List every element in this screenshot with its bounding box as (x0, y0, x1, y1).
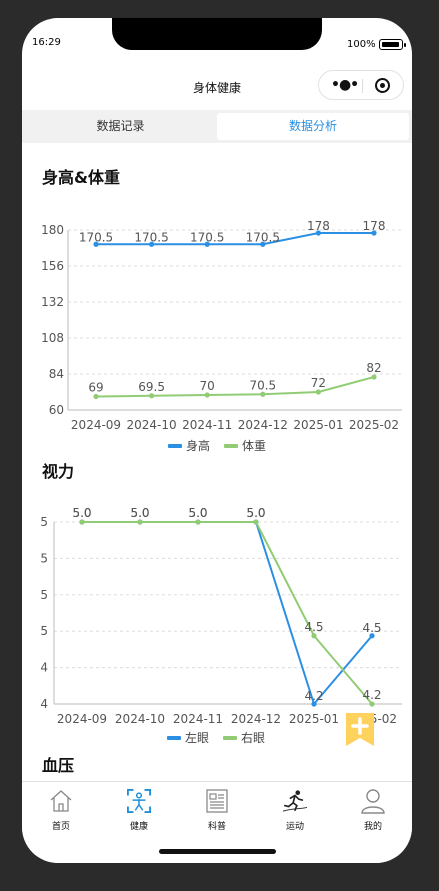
data-point (204, 392, 210, 398)
data-label: 170.5 (190, 230, 224, 244)
data-point (311, 633, 317, 639)
x-tick-label: 2024-10 (115, 712, 165, 726)
legend-swatch (224, 444, 238, 448)
y-tick-label: 4 (40, 697, 48, 711)
tab-science[interactable]: 科普 (178, 782, 256, 842)
y-tick-label: 156 (41, 259, 64, 273)
x-tick-label: 2025-02 (349, 418, 399, 432)
data-point (79, 519, 85, 525)
status-time: 16:29 (32, 37, 61, 48)
tab-home[interactable]: 首页 (22, 782, 100, 842)
data-point (149, 393, 155, 399)
tab-home-label: 首页 (51, 822, 70, 832)
tab-science-label: 科普 (207, 822, 226, 832)
battery-icon (379, 39, 406, 50)
mini-program-capsule: •●• (318, 70, 404, 100)
data-label: 82 (366, 361, 381, 375)
data-label: 178 (307, 219, 330, 233)
legend-label: 体重 (242, 439, 266, 453)
tab-sport-label: 运动 (285, 822, 304, 832)
tab-health-label: 健康 (129, 822, 148, 832)
x-tick-label: 2024-09 (71, 418, 121, 432)
close-target-icon[interactable] (375, 78, 390, 93)
data-point (369, 701, 375, 707)
legend-swatch (168, 444, 182, 448)
user-icon (361, 789, 385, 814)
x-tick-label: 2024-12 (231, 712, 281, 726)
capsule-divider (362, 79, 363, 93)
data-label: 69 (88, 381, 103, 395)
series-line (82, 521, 373, 707)
data-label: 69.5 (138, 380, 165, 394)
data-point (195, 519, 201, 525)
data-label: 170.5 (134, 230, 168, 244)
y-tick-label: 180 (41, 223, 64, 237)
data-point (315, 389, 321, 395)
data-label: 70 (200, 379, 215, 393)
newspaper-icon (206, 789, 228, 813)
y-tick-label: 84 (49, 367, 64, 381)
notch (112, 18, 322, 50)
x-tick-label: 2024-10 (127, 418, 177, 432)
section-title-blood-pressure: 血压 (42, 756, 75, 775)
y-tick-label: 5 (40, 588, 48, 602)
x-tick-label: 2025-01 (289, 712, 339, 726)
data-label: 178 (363, 219, 386, 233)
data-label: 4.5 (362, 621, 381, 635)
data-point (260, 391, 266, 397)
battery-percentage: 100% (347, 39, 376, 50)
data-point (137, 519, 143, 525)
data-point (93, 393, 99, 400)
data-label: 4.5 (304, 620, 323, 634)
data-point (253, 519, 259, 525)
x-tick-label: 2025-01 (293, 418, 343, 432)
tab-health[interactable]: 健康 (100, 782, 178, 842)
data-label: 5.0 (130, 506, 149, 520)
y-tick-label: 5 (40, 515, 48, 529)
y-tick-label: 132 (41, 295, 64, 309)
home-indicator (159, 849, 276, 854)
section-title-height-weight: 身高&体重 (42, 168, 120, 187)
x-tick-label: 2024-09 (57, 712, 107, 726)
y-tick-label: 4 (40, 661, 48, 675)
series-line (82, 521, 373, 705)
tab-sport[interactable]: 运动 (256, 782, 334, 842)
tab-mine[interactable]: 我的 (334, 782, 412, 842)
data-label: 170.5 (79, 230, 113, 244)
y-tick-label: 5 (40, 624, 48, 638)
data-label: 4.2 (304, 689, 323, 703)
legend-label: 右眼 (241, 730, 265, 745)
data-label: 5.0 (188, 506, 207, 520)
tab-data-analysis[interactable]: 数据分析 (217, 113, 409, 140)
data-point (371, 374, 377, 380)
phone-screen: 16:29 100% 身体健康 •●• 数据记录 数据分析 身高&体重 60 84… (22, 18, 412, 863)
data-label: 5.0 (72, 506, 91, 520)
running-icon (283, 790, 307, 812)
y-tick-label: 5 (40, 551, 48, 565)
legend-label: 左眼 (185, 730, 209, 745)
data-label: 4.2 (362, 688, 381, 702)
home-icon (50, 790, 72, 812)
tab-mine-label: 我的 (363, 822, 382, 832)
x-tick-label: 2024-12 (238, 418, 288, 432)
y-tick-label: 108 (41, 331, 64, 345)
legend-swatch (223, 736, 237, 740)
legend-swatch (167, 736, 181, 740)
tab-data-record[interactable]: 数据记录 (24, 113, 217, 140)
section-title-vision: 视力 (42, 462, 75, 481)
data-label: 170.5 (246, 230, 280, 244)
health-scan-icon (127, 789, 151, 813)
segment-tabs: 数据记录 数据分析 (22, 110, 412, 143)
more-icon[interactable]: •●• (331, 78, 359, 92)
data-label: 5.0 (246, 506, 265, 520)
x-tick-label: 2024-11 (182, 418, 232, 432)
legend-label: 身高 (186, 438, 210, 453)
x-tick-label: 2024-11 (173, 712, 223, 726)
height-weight-chart: 60 84 108 132 156 180 2024-09 2024-10 2024-11 202… (41, 219, 402, 453)
y-tick-label: 60 (49, 403, 64, 417)
data-label: 70.5 (249, 378, 276, 392)
data-label: 72 (311, 376, 326, 390)
add-record-button[interactable] (344, 711, 376, 749)
